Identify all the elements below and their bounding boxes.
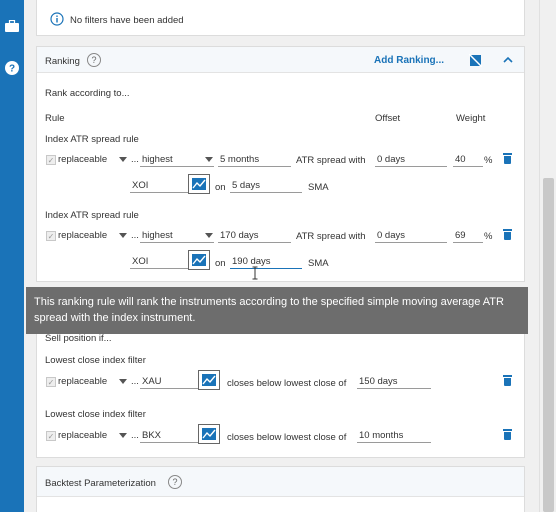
ranking-rule-tooltip: This ranking rule will rank the instrume… <box>26 287 528 334</box>
percent-sign: % <box>484 155 493 166</box>
direction-caret[interactable] <box>205 233 213 238</box>
mode-value: replaceable <box>58 154 108 165</box>
period-value: 150 days <box>359 376 398 387</box>
col-rule-header: Rule <box>45 113 65 124</box>
help-icon[interactable]: ? <box>3 59 21 77</box>
main-content: No filters have been added Ranking ? Add… <box>24 0 539 512</box>
atr-label: ATR spread with <box>296 155 366 166</box>
offset-field[interactable]: 0 days <box>375 153 447 167</box>
dots: ... <box>131 230 139 241</box>
no-filters-text: No filters have been added <box>70 15 184 26</box>
filters-panel: No filters have been added <box>36 0 525 36</box>
weight-value: 40 <box>455 154 466 165</box>
offset-field[interactable]: 0 days <box>375 229 447 243</box>
instrument-value: XAU <box>142 376 162 387</box>
chart-icon[interactable] <box>198 370 220 390</box>
trash-icon[interactable] <box>503 429 512 440</box>
col-offset-header: Offset <box>375 113 401 124</box>
left-sidebar: ? <box>0 0 24 512</box>
direction-caret[interactable] <box>205 157 213 162</box>
ranking-title: Ranking <box>45 56 80 67</box>
mode-value: replaceable <box>58 376 108 387</box>
atr-label: ATR spread with <box>296 231 366 242</box>
ranking-help-icon[interactable]: ? <box>87 53 101 67</box>
chart-icon[interactable] <box>198 424 220 444</box>
sma-period-field[interactable]: 5 days <box>230 179 302 193</box>
mode-dropdown-caret[interactable] <box>119 233 127 238</box>
instrument-value: XOI <box>132 256 149 267</box>
direction-select[interactable]: highest <box>140 153 214 167</box>
direction-value: highest <box>142 154 173 165</box>
backtest-help-icon[interactable]: ? <box>168 475 182 489</box>
rule-name: Index ATR spread rule <box>45 134 139 145</box>
period-field[interactable]: 5 months <box>218 153 291 167</box>
mode-dropdown-caret[interactable] <box>119 433 127 438</box>
direction-select[interactable]: highest <box>140 229 214 243</box>
instrument-field[interactable]: XOI <box>130 179 188 193</box>
instrument-field[interactable]: XAU <box>140 375 198 389</box>
sma-period-value: 5 days <box>232 180 260 191</box>
trash-icon[interactable] <box>503 375 512 386</box>
period-field[interactable]: 150 days <box>357 375 431 389</box>
direction-value: highest <box>142 230 173 241</box>
percent-sign: % <box>484 231 493 242</box>
add-ranking-button[interactable]: Add Ranking... <box>374 55 444 66</box>
instrument-field[interactable]: XOI <box>130 255 188 269</box>
mode-value: replaceable <box>58 430 108 441</box>
chevron-up-icon[interactable] <box>503 56 513 64</box>
info-icon <box>50 12 64 26</box>
trash-icon[interactable] <box>503 153 512 164</box>
col-weight-header: Weight <box>456 113 486 124</box>
trash-icon[interactable] <box>503 229 512 240</box>
text-cursor-icon <box>252 266 258 280</box>
flag-icon[interactable] <box>468 53 483 68</box>
period-value: 10 months <box>359 430 404 441</box>
instrument-value: XOI <box>132 180 149 191</box>
instrument-value: BKX <box>142 430 162 441</box>
period-value: 5 months <box>220 154 260 165</box>
backtest-panel: Backtest Parameterization ? <box>36 466 525 512</box>
rule-checkbox[interactable]: ✓ <box>46 231 56 241</box>
weight-field[interactable]: 40 <box>453 153 483 167</box>
sma-period-field[interactable]: 190 days <box>230 255 302 269</box>
condition-label: closes below lowest close of <box>227 378 347 389</box>
filter-checkbox[interactable]: ✓ <box>46 377 56 387</box>
filter-checkbox[interactable]: ✓ <box>46 431 56 441</box>
instrument-field[interactable]: BKX <box>140 429 198 443</box>
mode-dropdown-caret[interactable] <box>119 157 127 162</box>
svg-text:?: ? <box>9 64 15 75</box>
weight-field[interactable]: 69 <box>453 229 483 243</box>
filter-name: Lowest close index filter <box>45 355 146 366</box>
mode-dropdown-caret[interactable] <box>119 379 127 384</box>
dots: ... <box>131 376 139 387</box>
filter-name: Lowest close index filter <box>45 409 146 420</box>
chart-icon[interactable] <box>188 174 210 194</box>
chart-icon[interactable] <box>188 250 210 270</box>
scrollbar-thumb[interactable] <box>543 178 554 512</box>
vertical-scrollbar[interactable] <box>539 0 556 512</box>
offset-value: 0 days <box>377 154 405 165</box>
ranking-header: Ranking ? Add Ranking... <box>37 47 524 73</box>
sma-label: SMA <box>308 182 329 193</box>
dots: ... <box>131 154 139 165</box>
period-value: 170 days <box>220 230 259 241</box>
sell-position-label: Sell position if... <box>45 333 112 344</box>
ranking-panel: Ranking ? Add Ranking... Rank according … <box>36 46 525 282</box>
period-field[interactable]: 10 months <box>357 429 431 443</box>
weight-value: 69 <box>455 230 466 241</box>
dots: ... <box>131 430 139 441</box>
backtest-header: Backtest Parameterization ? <box>37 467 524 497</box>
rule-checkbox[interactable]: ✓ <box>46 155 56 165</box>
rank-according-label: Rank according to... <box>45 88 130 99</box>
mode-value: replaceable <box>58 230 108 241</box>
condition-label: closes below lowest close of <box>227 432 347 443</box>
rule-name: Index ATR spread rule <box>45 210 139 221</box>
on-label: on <box>215 182 226 193</box>
period-field[interactable]: 170 days <box>218 229 291 243</box>
on-label: on <box>215 258 226 269</box>
sma-label: SMA <box>308 258 329 269</box>
offset-value: 0 days <box>377 230 405 241</box>
briefcase-icon[interactable] <box>3 17 21 35</box>
backtest-title: Backtest Parameterization <box>45 478 156 489</box>
